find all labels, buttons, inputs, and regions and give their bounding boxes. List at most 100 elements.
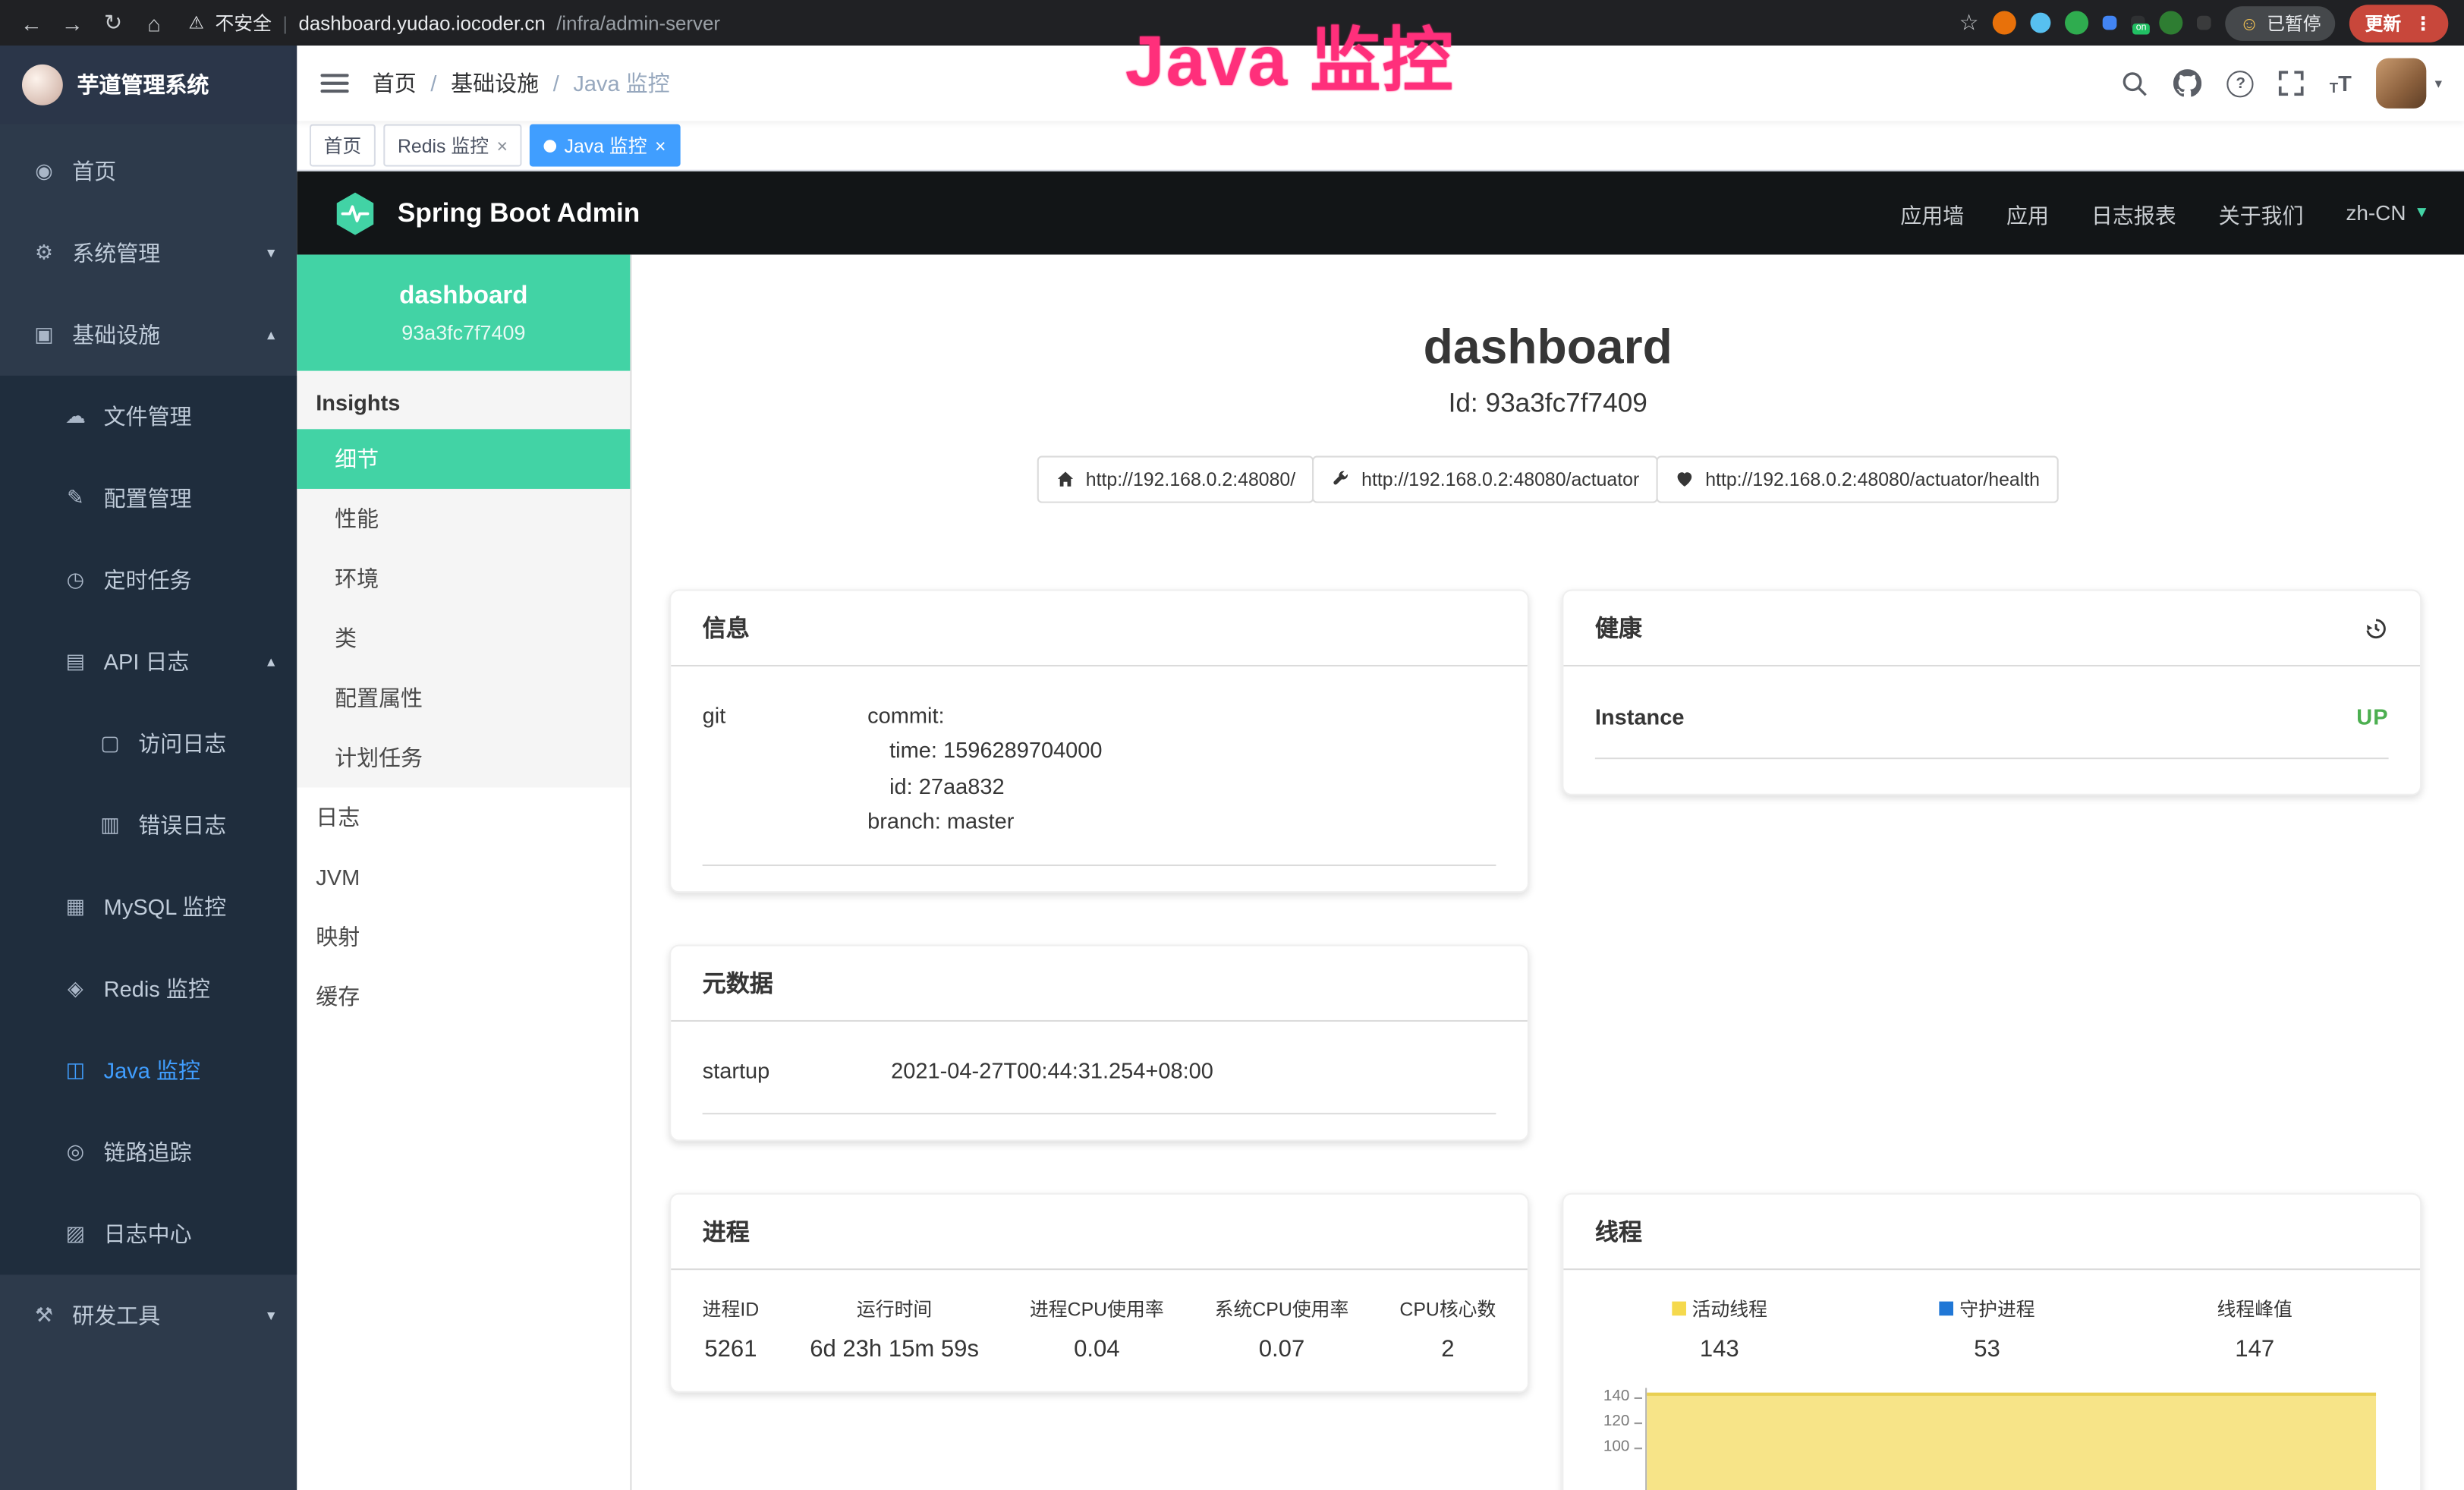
breadcrumb-separator: / [430, 71, 436, 96]
address-bar[interactable]: ⚠ 不安全 | dashboard.yudao.iocoder.cn/infra… [179, 9, 1949, 36]
sidebar-item-infrastructure[interactable]: ▣ 基础设施 ▴ [0, 294, 297, 376]
metric-label: 系统CPU使用率 [1215, 1295, 1349, 1321]
sidebar-item-file-mgmt[interactable]: ☁ 文件管理 [0, 376, 297, 458]
avatar [2377, 58, 2427, 109]
instance-header[interactable]: dashboard 93a3fc7f7409 [297, 254, 630, 370]
legend-swatch-active [1672, 1302, 1686, 1316]
puzzle-extension-icon[interactable] [2197, 16, 2211, 30]
cloud-icon: ☁ [63, 404, 88, 429]
sidebar-item-dev-tools[interactable]: ⚒ 研发工具 ▾ [0, 1274, 297, 1356]
close-icon[interactable]: × [496, 136, 508, 155]
sba-menu-metrics[interactable]: 性能 [297, 489, 630, 549]
sidebar-item-api-logs[interactable]: ▤ API 日志 ▴ [0, 621, 297, 703]
sba-menu-logs[interactable]: 日志 [297, 787, 630, 847]
app-logo-row[interactable]: 芋道管理系统 [0, 46, 297, 124]
leaf-extension-icon[interactable] [2160, 11, 2183, 34]
sidebar-item-tracing[interactable]: ◎ 链路追踪 [0, 1111, 297, 1193]
tampermonkey-extension-icon[interactable]: on [2131, 16, 2145, 30]
sidebar-item-mysql-monitor[interactable]: ▦ MySQL 监控 [0, 866, 297, 948]
sba-menu-classes[interactable]: 类 [297, 608, 630, 668]
legend-active-threads: 活动线程 143 [1585, 1295, 1853, 1362]
history-icon[interactable] [2363, 616, 2388, 641]
sba-menu-mappings[interactable]: 映射 [297, 907, 630, 967]
browser-home-icon[interactable]: ⌂ [138, 10, 169, 35]
actuator-url-label: http://192.168.0.2:48080/actuator [1361, 468, 1639, 490]
url-host: dashboard.yudao.iocoder.cn [298, 12, 545, 34]
sba-menu-scheduled-tasks[interactable]: 计划任务 [297, 728, 630, 788]
sba-brand[interactable]: Spring Boot Admin [398, 197, 640, 228]
sidebar-item-log-center[interactable]: ▨ 日志中心 [0, 1193, 297, 1275]
sba-menu-environment[interactable]: 环境 [297, 549, 630, 609]
grid-extension-icon[interactable] [2103, 16, 2117, 30]
log-center-icon: ▨ [63, 1221, 88, 1246]
metadata-value: 2021-04-27T00:44:31.254+08:00 [891, 1053, 1213, 1088]
sidebar-item-scheduled-jobs[interactable]: ◷ 定时任务 [0, 539, 297, 621]
active-threads-area [1647, 1393, 2376, 1490]
sidebar-item-redis-monitor[interactable]: ◈ Redis 监控 [0, 948, 297, 1030]
kebab-menu-icon[interactable]: ⋮ [2414, 12, 2433, 34]
sba-menu-jvm[interactable]: JVM [297, 847, 630, 907]
sba-menu-caches[interactable]: 缓存 [297, 967, 630, 1027]
sba-nav-journal[interactable]: 日志报表 [2091, 197, 2176, 228]
browser-toolbar-right: ☆ on ☺ 已暂停 更新 ⋮ [1959, 4, 2449, 42]
sidebar-item-config-mgmt[interactable]: ✎ 配置管理 [0, 458, 297, 540]
spring-boot-admin-frame: Spring Boot Admin 应用墙 应用 日志报表 关于我们 zh-CN… [297, 172, 2464, 1490]
tab-label: Redis 监控 [398, 132, 489, 159]
metric-label: 运行时间 [810, 1295, 979, 1321]
trace-icon: ◎ [63, 1139, 88, 1164]
sidebar-item-access-logs[interactable]: ▢ 访问日志 [0, 703, 297, 785]
back-icon[interactable]: ← [16, 10, 47, 35]
sba-nav-wallboard[interactable]: 应用墙 [1900, 197, 1964, 228]
error-log-icon: ▥ [97, 813, 122, 838]
github-icon[interactable] [2174, 69, 2202, 97]
hamburger-icon[interactable] [297, 72, 372, 94]
card-title-text: 健康 [1595, 612, 1642, 644]
tab-redis-monitor[interactable]: Redis 监控 × [383, 124, 521, 167]
reload-icon[interactable]: ↻ [97, 9, 128, 36]
fullscreen-icon[interactable] [2280, 71, 2305, 96]
update-button[interactable]: 更新 ⋮ [2349, 4, 2448, 42]
fox-extension-icon[interactable] [1993, 11, 2016, 34]
sidebar-item-system-mgmt[interactable]: ⚙ 系统管理 ▾ [0, 213, 297, 295]
metric-cpu-cores: CPU核心数 2 [1399, 1295, 1496, 1362]
sidebar-item-label: 基础设施 [72, 319, 160, 350]
instance-links: http://192.168.0.2:48080/ http://192.168… [631, 456, 2464, 503]
tab-label: Java 监控 [565, 132, 647, 159]
help-icon[interactable]: ? [2227, 70, 2254, 96]
metric-value: 5261 [703, 1336, 760, 1362]
home-icon [1056, 470, 1075, 489]
legend-swatch-daemon [1939, 1302, 1953, 1316]
search-icon[interactable] [2122, 70, 2148, 96]
sidebar-item-home[interactable]: ◉ 首页 [0, 131, 297, 213]
sidebar-item-error-logs[interactable]: ▥ 错误日志 [0, 784, 297, 866]
sba-nav-about[interactable]: 关于我们 [2219, 197, 2304, 228]
url-path: /infra/admin-server [556, 12, 720, 34]
font-size-icon[interactable]: TT [2330, 71, 2352, 96]
user-menu[interactable]: ▾ [2377, 58, 2442, 109]
bookmark-star-icon[interactable]: ☆ [1959, 9, 1979, 36]
info-card-title: 信息 [671, 591, 1528, 666]
green-extension-icon[interactable] [2066, 11, 2089, 34]
health-instance-label: Instance [1595, 704, 1685, 729]
actuator-url-link[interactable]: http://192.168.0.2:48080/actuator [1313, 456, 1658, 503]
health-url-link[interactable]: http://192.168.0.2:48080/actuator/health [1657, 456, 2059, 503]
locale-select[interactable]: zh-CN ▼ [2346, 201, 2429, 225]
sba-menu-config-props[interactable]: 配置属性 [297, 668, 630, 728]
health-card: 健康 Instance UP [1562, 590, 2422, 795]
sba-nav-applications[interactable]: 应用 [2006, 197, 2049, 228]
sidebar-item-java-monitor[interactable]: ◫ Java 监控 [0, 1029, 297, 1111]
drop-extension-icon[interactable] [2031, 13, 2051, 33]
tab-home[interactable]: 首页 [310, 124, 376, 167]
paused-badge[interactable]: ☺ 已暂停 [2226, 5, 2335, 40]
sidebar-item-label: 配置管理 [104, 483, 192, 514]
breadcrumb-section[interactable]: 基础设施 [451, 68, 539, 99]
sba-menu-details[interactable]: 细节 [297, 429, 630, 489]
forward-icon[interactable]: → [57, 10, 88, 35]
service-url-link[interactable]: http://192.168.0.2:48080/ [1037, 456, 1314, 503]
database-icon: ▦ [63, 894, 88, 919]
tab-java-monitor[interactable]: Java 监控 × [530, 124, 680, 167]
y-tick: 120 [1603, 1415, 1642, 1431]
card-title-text: 进程 [703, 1215, 750, 1248]
close-icon[interactable]: × [655, 136, 666, 155]
breadcrumb-home[interactable]: 首页 [373, 68, 417, 99]
